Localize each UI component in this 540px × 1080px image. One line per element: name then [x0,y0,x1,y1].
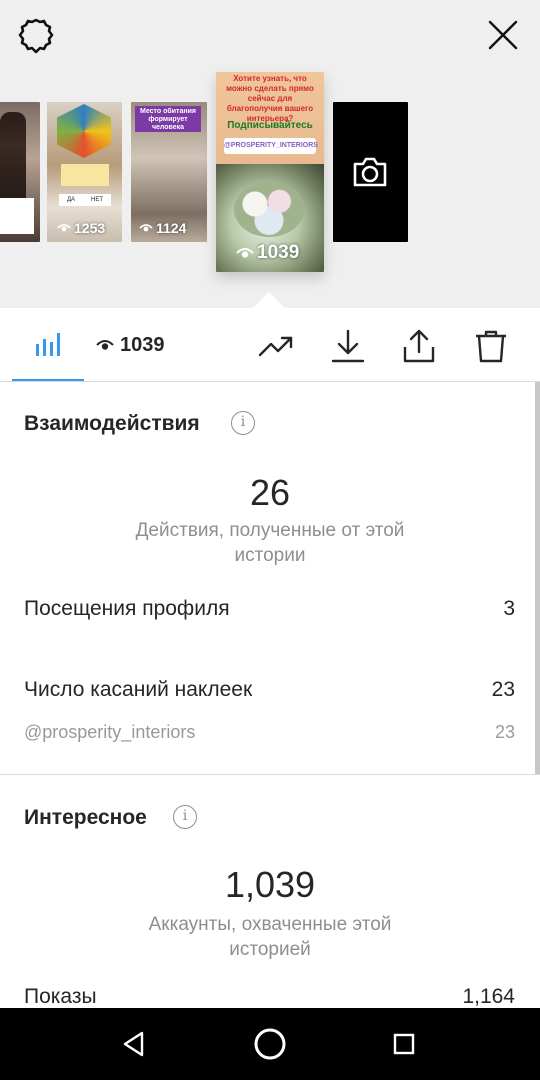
story-banner: Хотите узнать, что можно сделать прямо с… [216,72,324,164]
story-view-count: 1039 [236,242,299,264]
mention-sticker: @PROSPERITY_INTERIORS [224,138,318,154]
close-icon[interactable] [486,18,520,52]
tab-insights[interactable] [12,308,84,381]
recents-icon[interactable] [386,1026,422,1062]
interactions-caption: Действия, полученные от этой истории [135,520,405,566]
back-icon[interactable] [116,1026,152,1062]
sticker-taps-label: Число касаний наклеек [24,678,253,701]
story-thumbnail-1[interactable] [0,102,40,242]
discovery-total: 1,039 [224,864,316,905]
selected-story-pointer [252,292,286,309]
story-flowers [234,182,304,237]
mention-sticker-value: 23 [494,722,515,742]
home-icon[interactable] [252,1026,288,1062]
system-navigation-bar [0,1008,540,1080]
eye-icon [96,339,114,350]
story-thumbnail-2[interactable]: ДА НЕТ 1253 [47,102,122,242]
insights-content[interactable]: Взаимодействия i 26 Действия, полученные… [0,382,540,1008]
story-subscribe-text: Подписывайтесь [227,120,313,131]
camera-icon [353,157,387,187]
section-divider [0,774,540,775]
profile-visits-value: 3 [503,597,515,620]
info-icon[interactable]: i [231,411,255,435]
settings-gear-icon[interactable] [17,17,55,55]
impressions-label: Показы [24,985,97,1008]
impressions-value: 1,164 [462,985,515,1008]
share-icon[interactable] [401,328,437,364]
scrollbar[interactable] [535,382,540,774]
story-artwork [57,104,111,158]
trending-up-icon[interactable] [258,328,294,364]
viewers-count[interactable]: 1039 [96,332,165,358]
interactions-total: 26 [249,472,291,513]
story-views: 1124 [156,220,187,236]
info-icon[interactable]: i [173,805,197,829]
story-question-text: Хотите узнать, что можно сделать прямо с… [226,74,314,123]
add-story-camera[interactable] [333,102,408,242]
bar-chart-icon [36,332,60,356]
sticker-taps-value: 23 [491,678,515,701]
story-insights-toolbar: 1039 [0,308,540,382]
story-header: Место обитания формирует человека [135,106,201,132]
profile-visits-label: Посещения профиля [24,597,230,620]
download-icon[interactable] [330,328,366,364]
discovery-caption: Аккаунты, охваченные этой историей [148,914,392,960]
poll-no-label: НЕТ [91,197,103,203]
poll-sticker: ДА НЕТ [59,194,111,206]
story-view-count: 1124 [139,220,186,236]
story-views: 1253 [74,220,106,236]
poll-yes-label: ДА [66,197,76,203]
story-thumbnail-selected[interactable]: Хотите узнать, что можно сделать прямо с… [216,72,324,272]
story-views: 1039 [257,242,300,263]
story-question-box [61,164,109,186]
discovery-title: Интересное [24,806,147,829]
trash-icon[interactable] [473,328,509,364]
story-view-count: 1253 [57,220,105,236]
eye-icon [139,224,153,232]
eye-icon [57,224,71,232]
story-thumbnail-3[interactable]: Место обитания формирует человека 1124 [131,102,207,242]
mention-sticker-label: @prosperity_interiors [24,722,196,742]
story-text-card [0,198,34,234]
story-strip: ДА НЕТ 1253 Место обитания формирует чел… [0,0,540,309]
viewers-count-value: 1039 [120,333,165,356]
interactions-title: Взаимодействия [24,412,200,435]
eye-icon [236,247,254,258]
